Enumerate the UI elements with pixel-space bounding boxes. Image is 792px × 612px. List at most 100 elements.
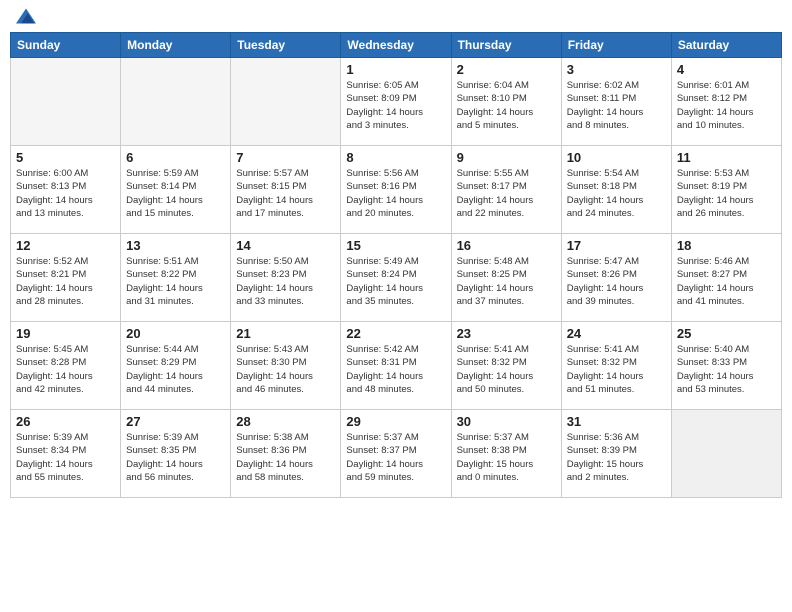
- day-info: Sunrise: 5:48 AMSunset: 8:25 PMDaylight:…: [457, 255, 556, 308]
- day-number: 11: [677, 150, 776, 165]
- day-cell: 10 Sunrise: 5:54 AMSunset: 8:18 PMDayligh…: [561, 146, 671, 234]
- day-cell: 27Sunrise: 5:39 AMSunset: 8:35 PMDayligh…: [121, 410, 231, 498]
- weekday-wednesday: Wednesday: [341, 33, 451, 58]
- day-cell: 31 Sunrise: 5:36 AMSunset: 8:39 PMDayligh…: [561, 410, 671, 498]
- day-cell: 8 Sunrise: 5:56 AMSunset: 8:16 PMDaylight…: [341, 146, 451, 234]
- day-info: Sunrise: 5:53 AMSunset: 8:19 PMDaylight:…: [677, 167, 776, 220]
- day-cell: 16Sunrise: 5:48 AMSunset: 8:25 PMDayligh…: [451, 234, 561, 322]
- day-info: Sunrise: 5:57 AMSunset: 8:15 PMDaylight:…: [236, 167, 335, 220]
- logo: [14, 10, 36, 24]
- day-number: 2: [457, 62, 556, 77]
- day-cell: 12 Sunrise: 5:52 AMSunset: 8:21 PMDayligh…: [11, 234, 121, 322]
- day-info: Sunrise: 5:51 AMSunset: 8:22 PMDaylight:…: [126, 255, 225, 308]
- day-info: Sunrise: 5:47 AMSunset: 8:26 PMDaylight:…: [567, 255, 666, 308]
- day-cell: 17 Sunrise: 5:47 AMSunset: 8:26 PMDayligh…: [561, 234, 671, 322]
- day-number: 14: [236, 238, 335, 253]
- week-row-2: 5 Sunrise: 6:00 AMSunset: 8:13 PMDaylight…: [11, 146, 782, 234]
- day-info: Sunrise: 5:52 AMSunset: 8:21 PMDaylight:…: [16, 255, 115, 308]
- day-number: 5: [16, 150, 115, 165]
- day-cell: 3 Sunrise: 6:02 AMSunset: 8:11 PMDaylight…: [561, 58, 671, 146]
- logo-icon: [16, 6, 36, 26]
- day-number: 25: [677, 326, 776, 341]
- day-number: 9: [457, 150, 556, 165]
- day-info: Sunrise: 5:50 AMSunset: 8:23 PMDaylight:…: [236, 255, 335, 308]
- day-cell: 30Sunrise: 5:37 AMSunset: 8:38 PMDayligh…: [451, 410, 561, 498]
- day-cell: 1Sunrise: 6:05 AMSunset: 8:09 PMDaylight…: [341, 58, 451, 146]
- day-info: Sunrise: 5:59 AMSunset: 8:14 PMDaylight:…: [126, 167, 225, 220]
- day-number: 10: [567, 150, 666, 165]
- weekday-tuesday: Tuesday: [231, 33, 341, 58]
- day-info: Sunrise: 5:37 AMSunset: 8:37 PMDaylight:…: [346, 431, 445, 484]
- day-cell: 21 Sunrise: 5:43 AMSunset: 8:30 PMDayligh…: [231, 322, 341, 410]
- day-info: Sunrise: 5:54 AMSunset: 8:18 PMDaylight:…: [567, 167, 666, 220]
- day-cell: 14 Sunrise: 5:50 AMSunset: 8:23 PMDayligh…: [231, 234, 341, 322]
- day-number: 19: [16, 326, 115, 341]
- day-info: Sunrise: 6:00 AMSunset: 8:13 PMDaylight:…: [16, 167, 115, 220]
- weekday-sunday: Sunday: [11, 33, 121, 58]
- day-cell: 19Sunrise: 5:45 AMSunset: 8:28 PMDayligh…: [11, 322, 121, 410]
- day-cell: 22 Sunrise: 5:42 AMSunset: 8:31 PMDayligh…: [341, 322, 451, 410]
- week-row-4: 19Sunrise: 5:45 AMSunset: 8:28 PMDayligh…: [11, 322, 782, 410]
- weekday-friday: Friday: [561, 33, 671, 58]
- day-number: 26: [16, 414, 115, 429]
- day-cell: 20Sunrise: 5:44 AMSunset: 8:29 PMDayligh…: [121, 322, 231, 410]
- day-cell: [231, 58, 341, 146]
- day-cell: [121, 58, 231, 146]
- week-row-5: 26 Sunrise: 5:39 AMSunset: 8:34 PMDayligh…: [11, 410, 782, 498]
- week-row-3: 12 Sunrise: 5:52 AMSunset: 8:21 PMDayligh…: [11, 234, 782, 322]
- day-number: 12: [16, 238, 115, 253]
- day-cell: 15 Sunrise: 5:49 AMSunset: 8:24 PMDayligh…: [341, 234, 451, 322]
- weekday-thursday: Thursday: [451, 33, 561, 58]
- day-number: 28: [236, 414, 335, 429]
- day-number: 3: [567, 62, 666, 77]
- day-number: 24: [567, 326, 666, 341]
- day-cell: 9 Sunrise: 5:55 AMSunset: 8:17 PMDaylight…: [451, 146, 561, 234]
- calendar-body: 1Sunrise: 6:05 AMSunset: 8:09 PMDaylight…: [11, 58, 782, 498]
- day-number: 8: [346, 150, 445, 165]
- day-info: Sunrise: 5:36 AMSunset: 8:39 PMDaylight:…: [567, 431, 666, 484]
- day-info: Sunrise: 5:56 AMSunset: 8:16 PMDaylight:…: [346, 167, 445, 220]
- day-info: Sunrise: 6:02 AMSunset: 8:11 PMDaylight:…: [567, 79, 666, 132]
- day-number: 29: [346, 414, 445, 429]
- day-info: Sunrise: 5:42 AMSunset: 8:31 PMDaylight:…: [346, 343, 445, 396]
- weekday-monday: Monday: [121, 33, 231, 58]
- header: [10, 10, 782, 24]
- day-cell: 5 Sunrise: 6:00 AMSunset: 8:13 PMDaylight…: [11, 146, 121, 234]
- week-row-1: 1Sunrise: 6:05 AMSunset: 8:09 PMDaylight…: [11, 58, 782, 146]
- day-cell: 4 Sunrise: 6:01 AMSunset: 8:12 PMDaylight…: [671, 58, 781, 146]
- day-info: Sunrise: 5:41 AMSunset: 8:32 PMDaylight:…: [567, 343, 666, 396]
- day-info: Sunrise: 5:39 AMSunset: 8:34 PMDaylight:…: [16, 431, 115, 484]
- day-info: Sunrise: 5:55 AMSunset: 8:17 PMDaylight:…: [457, 167, 556, 220]
- day-number: 30: [457, 414, 556, 429]
- day-number: 15: [346, 238, 445, 253]
- day-info: Sunrise: 5:43 AMSunset: 8:30 PMDaylight:…: [236, 343, 335, 396]
- day-number: 17: [567, 238, 666, 253]
- day-cell: 26 Sunrise: 5:39 AMSunset: 8:34 PMDayligh…: [11, 410, 121, 498]
- day-number: 27: [126, 414, 225, 429]
- weekday-header-row: SundayMondayTuesdayWednesdayThursdayFrid…: [11, 33, 782, 58]
- day-info: Sunrise: 6:01 AMSunset: 8:12 PMDaylight:…: [677, 79, 776, 132]
- day-cell: 7 Sunrise: 5:57 AMSunset: 8:15 PMDaylight…: [231, 146, 341, 234]
- day-cell: [11, 58, 121, 146]
- day-cell: 29 Sunrise: 5:37 AMSunset: 8:37 PMDayligh…: [341, 410, 451, 498]
- day-number: 6: [126, 150, 225, 165]
- day-cell: 23 Sunrise: 5:41 AMSunset: 8:32 PMDayligh…: [451, 322, 561, 410]
- calendar-table: SundayMondayTuesdayWednesdayThursdayFrid…: [10, 32, 782, 498]
- day-cell: 24 Sunrise: 5:41 AMSunset: 8:32 PMDayligh…: [561, 322, 671, 410]
- day-number: 21: [236, 326, 335, 341]
- day-number: 7: [236, 150, 335, 165]
- day-info: Sunrise: 6:04 AMSunset: 8:10 PMDaylight:…: [457, 79, 556, 132]
- day-info: Sunrise: 5:40 AMSunset: 8:33 PMDaylight:…: [677, 343, 776, 396]
- day-number: 31: [567, 414, 666, 429]
- day-cell: 25 Sunrise: 5:40 AMSunset: 8:33 PMDayligh…: [671, 322, 781, 410]
- day-info: Sunrise: 5:41 AMSunset: 8:32 PMDaylight:…: [457, 343, 556, 396]
- day-info: Sunrise: 5:49 AMSunset: 8:24 PMDaylight:…: [346, 255, 445, 308]
- page: SundayMondayTuesdayWednesdayThursdayFrid…: [0, 0, 792, 612]
- day-number: 4: [677, 62, 776, 77]
- day-number: 23: [457, 326, 556, 341]
- day-number: 1: [346, 62, 445, 77]
- day-number: 20: [126, 326, 225, 341]
- day-cell: 18Sunrise: 5:46 AMSunset: 8:27 PMDayligh…: [671, 234, 781, 322]
- day-number: 22: [346, 326, 445, 341]
- weekday-saturday: Saturday: [671, 33, 781, 58]
